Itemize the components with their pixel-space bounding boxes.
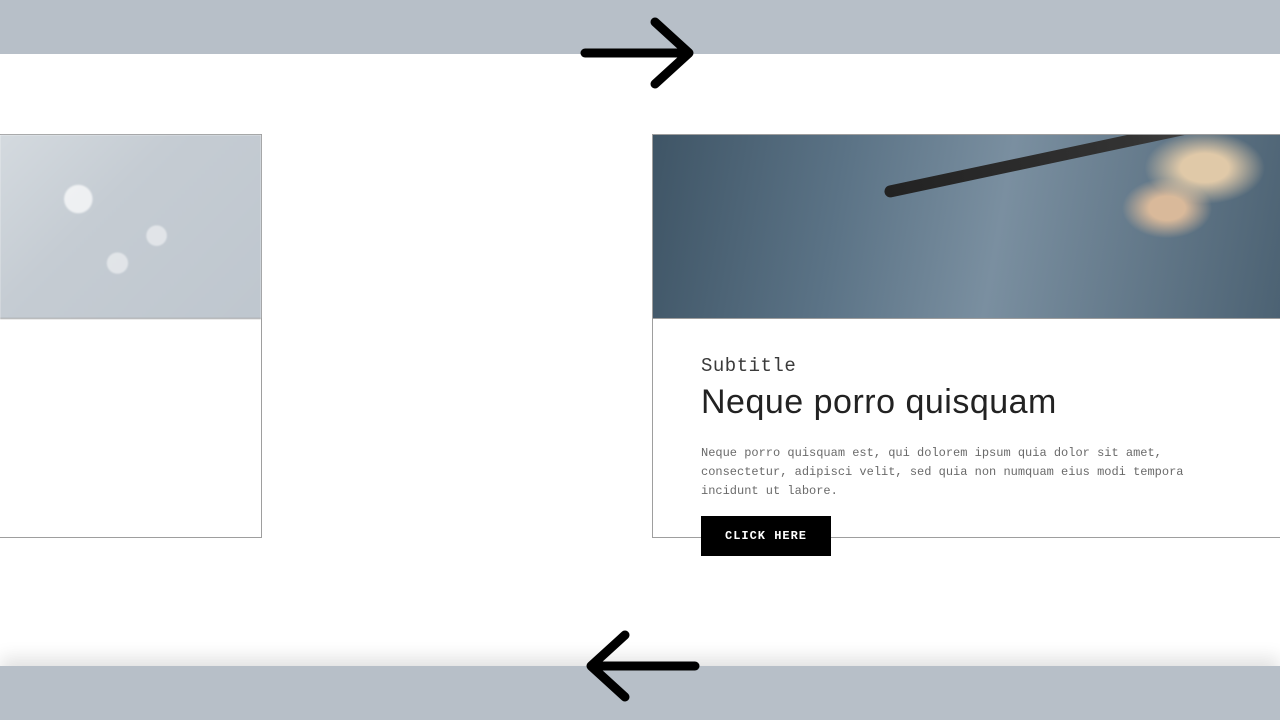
carousel-card-prev[interactable] (0, 134, 262, 538)
carousel-card-current: Subtitle Neque porro quisquam Neque porr… (652, 134, 1280, 538)
card-description: Neque porro quisquam est, qui dolorem ip… (701, 444, 1232, 502)
card-body: Subtitle Neque porro quisquam Neque porr… (653, 319, 1280, 537)
card-subtitle: Subtitle (701, 355, 1232, 377)
cta-button[interactable]: CLICK HERE (701, 516, 831, 556)
card-title: Neque porro quisquam (701, 383, 1232, 422)
arrow-right-icon[interactable] (575, 12, 705, 99)
card-image (0, 135, 261, 319)
arrow-left-icon[interactable] (575, 625, 705, 712)
card-image (653, 135, 1280, 319)
